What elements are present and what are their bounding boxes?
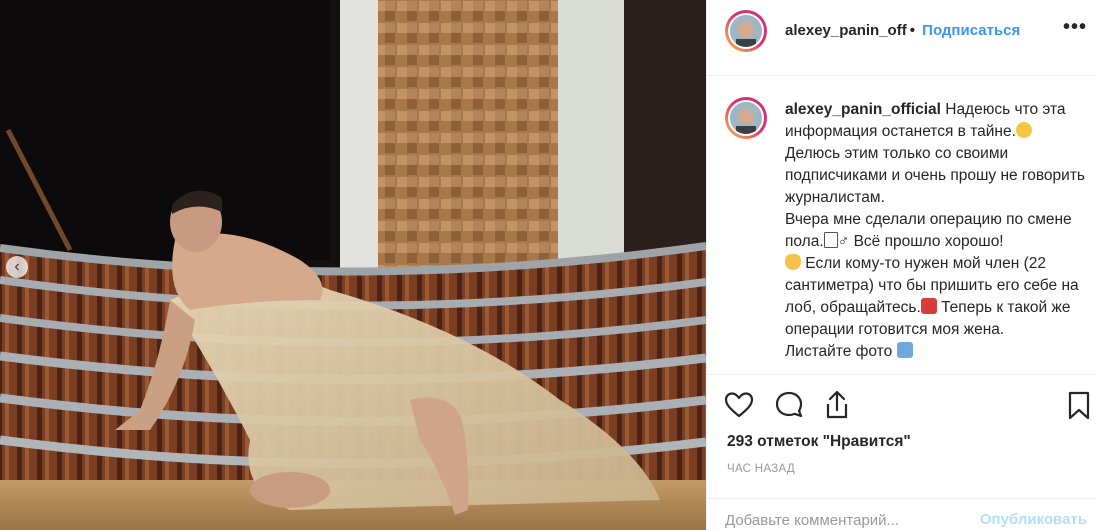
bookmark-icon[interactable]: [1063, 389, 1095, 421]
missing-glyph-icon: [823, 232, 838, 248]
author-avatar[interactable]: [725, 10, 767, 52]
ok-hand-emoji-icon: [785, 254, 801, 270]
post-actions: 293 отметок "Нравится" ЧАС НАЗАД: [707, 374, 1096, 498]
post-timestamp[interactable]: ЧАС НАЗАД: [727, 463, 795, 475]
add-comment-bar: Опубликовать: [707, 498, 1096, 530]
avatar-image: [728, 100, 764, 136]
follow-button[interactable]: Подписаться: [922, 22, 1020, 39]
separator-dot: •: [909, 22, 915, 39]
comment-input[interactable]: [725, 509, 955, 530]
post-photo[interactable]: ‹: [0, 0, 706, 530]
stage-photo-image: [0, 0, 706, 530]
header-author-line: alexey_panin_off • Подписаться: [785, 22, 1020, 39]
likes-count[interactable]: 293 отметок "Нравится": [727, 433, 911, 451]
telephone-emoji-icon: [920, 298, 937, 314]
up-arrow-emoji-icon: [896, 342, 913, 358]
post-header: alexey_panin_off • Подписаться •••: [707, 0, 1096, 76]
avatar-image: [728, 13, 764, 49]
caption-author-avatar[interactable]: [725, 97, 767, 139]
sunglasses-emoji-icon: [1015, 122, 1032, 138]
instagram-post-modal: ‹ alexey_panin_off • Подписаться ••• ale…: [0, 0, 1096, 530]
caption-text-part: ♂ Всё прошло хорошо!: [837, 233, 1004, 250]
comments-area: alexey_panin_official Надеюсь что эта ин…: [707, 76, 1096, 374]
post-caption: alexey_panin_official Надеюсь что эта ин…: [785, 99, 1085, 363]
comment-icon[interactable]: [773, 389, 805, 421]
post-side-panel: alexey_panin_off • Подписаться ••• alexey…: [706, 0, 1096, 530]
more-options-icon[interactable]: •••: [1063, 16, 1087, 39]
author-username-link[interactable]: alexey_panin_off: [785, 22, 907, 39]
chevron-left-icon[interactable]: ‹: [6, 256, 28, 278]
share-icon[interactable]: [821, 389, 853, 421]
publish-comment-button[interactable]: Опубликовать: [980, 511, 1087, 528]
caption-username-link[interactable]: alexey_panin_official: [785, 101, 941, 118]
heart-icon[interactable]: [723, 389, 755, 421]
